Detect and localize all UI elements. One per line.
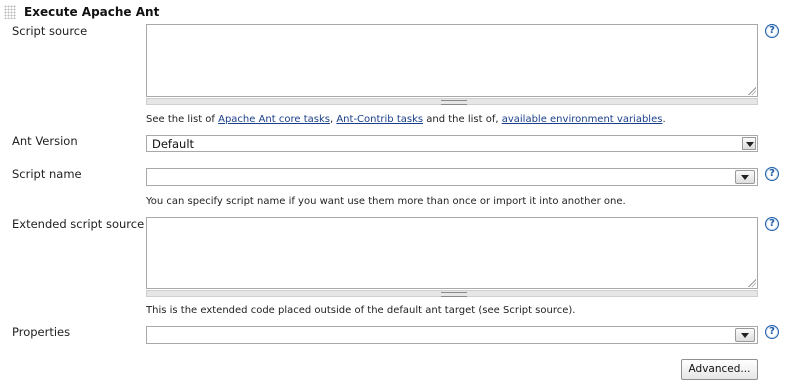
properties-combobox[interactable] (146, 326, 758, 344)
ant-version-selected: Default (152, 137, 195, 151)
ant-version-select[interactable]: Default (146, 135, 758, 152)
dropdown-arrow-icon[interactable] (735, 170, 755, 184)
advanced-button[interactable]: Advanced... (681, 359, 758, 380)
resize-grip-icon[interactable] (748, 87, 756, 95)
script-name-description: You can specify script name if you want … (146, 196, 626, 207)
resize-grip-icon[interactable] (748, 279, 756, 287)
environment-variables-link[interactable]: available environment variables (502, 114, 663, 125)
extended-script-source-resize-bar[interactable] (146, 290, 758, 297)
script-name-help-icon[interactable]: ? (765, 167, 779, 181)
script-source-description: See the list of Apache Ant core tasks, A… (146, 114, 666, 125)
dropdown-arrow-icon[interactable] (742, 137, 756, 150)
extended-script-source-help-icon[interactable]: ? (765, 217, 779, 231)
script-source-help-icon[interactable]: ? (765, 24, 779, 38)
script-source-label: Script source (12, 24, 88, 38)
desc-text: and the list of, (423, 114, 502, 125)
properties-help-icon[interactable]: ? (765, 325, 779, 339)
ant-version-label: Ant Version (12, 134, 78, 148)
script-source-textarea[interactable] (146, 24, 758, 97)
script-name-label: Script name (12, 167, 82, 181)
extended-script-source-label: Extended script source (12, 217, 145, 231)
section-title: Execute Apache Ant (24, 5, 160, 19)
resize-handle-icon[interactable] (441, 292, 467, 297)
extended-script-source-description: This is the extended code placed outside… (146, 305, 576, 316)
desc-text: See the list of (146, 114, 219, 125)
ant-contrib-tasks-link[interactable]: Ant-Contrib tasks (336, 114, 423, 125)
desc-text: . (662, 114, 666, 125)
drag-handle-icon[interactable] (4, 5, 16, 19)
extended-script-source-textarea[interactable] (146, 217, 758, 289)
resize-handle-icon[interactable] (441, 100, 467, 105)
dropdown-arrow-icon[interactable] (735, 328, 755, 342)
script-name-combobox[interactable] (146, 168, 758, 186)
apache-ant-core-tasks-link[interactable]: Apache Ant core tasks (218, 114, 330, 125)
script-source-resize-bar[interactable] (146, 98, 758, 105)
properties-label: Properties (12, 325, 71, 339)
